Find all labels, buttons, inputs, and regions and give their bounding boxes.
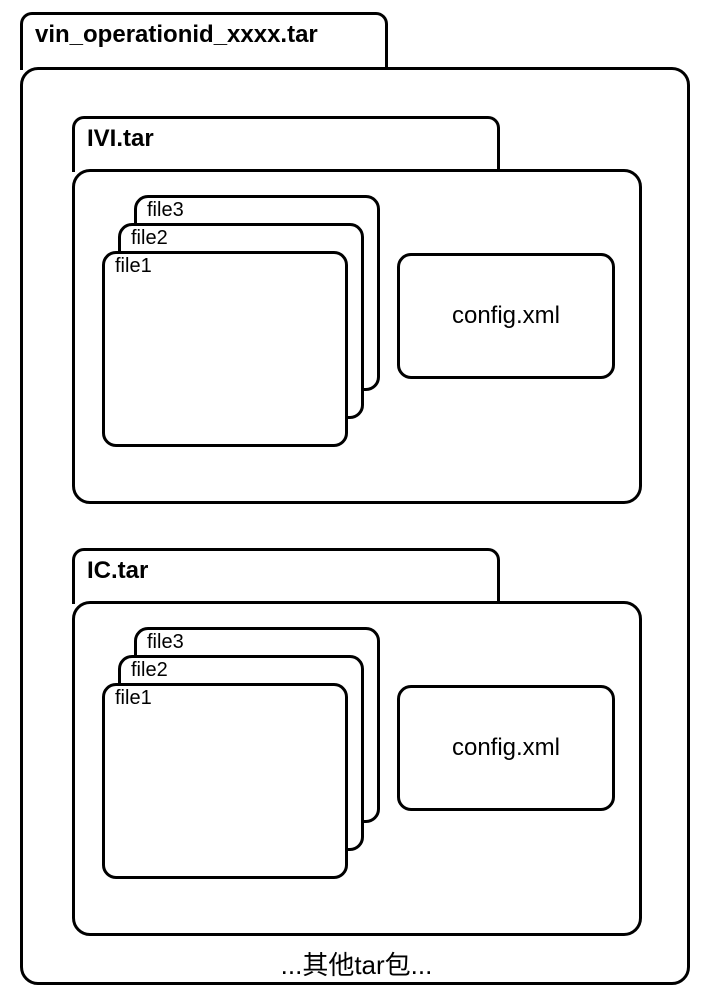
ic-config-label: config.xml [452,734,560,762]
ic-file3-label: file3 [147,631,184,654]
other-tar-text: ...其他tar包... [0,945,713,982]
ivi-file1-label: file1 [115,255,152,278]
outer-folder-title: vin_operationid_xxxx.tar [35,21,318,49]
ivi-config: config.xml [397,253,615,379]
ivi-file1: file1 [102,251,348,447]
ivi-file3-label: file3 [147,199,184,222]
ic-folder-title: IC.tar [87,557,148,585]
ivi-config-label: config.xml [452,302,560,330]
ic-file1: file1 [102,683,348,879]
ic-file2-label: file2 [131,659,168,682]
ivi-file2-label: file2 [131,227,168,250]
ic-config: config.xml [397,685,615,811]
ivi-folder-title: IVI.tar [87,125,154,153]
ic-file1-label: file1 [115,687,152,710]
